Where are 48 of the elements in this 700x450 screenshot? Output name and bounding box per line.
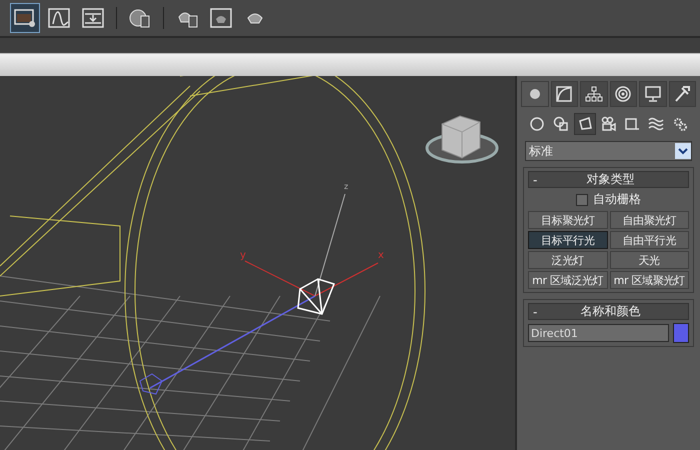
light-type-button[interactable]: mr 区域泛光灯: [528, 271, 608, 289]
checkbox[interactable]: [576, 194, 588, 206]
collapse-toggle[interactable]: -: [529, 304, 553, 318]
light-type-button[interactable]: mr 区域聚光灯: [610, 271, 689, 289]
category-dropdown[interactable]: 标准: [525, 141, 692, 161]
category-button[interactable]: [574, 113, 596, 135]
panel-tab[interactable]: [639, 81, 666, 107]
monitor-icon: [644, 85, 662, 103]
render-frame-icon: [13, 7, 37, 29]
rollout-header[interactable]: - 对象类型: [528, 171, 689, 188]
axis-label: z: [344, 182, 348, 191]
panel-tab[interactable]: [521, 81, 548, 107]
collapse-toggle[interactable]: -: [529, 172, 553, 186]
rollout-header[interactable]: - 名称和颜色: [528, 303, 689, 320]
hierarchy-icon: [584, 85, 603, 103]
name-field[interactable]: Direct01: [528, 324, 669, 342]
light-type-button[interactable]: 天光: [610, 251, 689, 269]
light-gizmo-drawing: [297, 278, 335, 315]
panel-tab[interactable]: [668, 81, 696, 107]
curve-editor-icon: [47, 7, 71, 29]
checkbox-label: 自动栅格: [593, 191, 641, 208]
view-cube-icon[interactable]: [426, 115, 498, 164]
axis-label: x: [378, 250, 384, 261]
sphere-icon: [528, 116, 545, 132]
rings-icon: [614, 85, 632, 103]
panel-tab[interactable]: [610, 81, 637, 107]
dropdown-value: 标准: [529, 142, 553, 160]
light-type-button[interactable]: 目标聚光灯: [528, 211, 608, 229]
target-gizmo-drawing: [139, 373, 163, 395]
gears-icon: [672, 116, 688, 132]
shapes-icon: [552, 116, 569, 132]
viewport[interactable]: y x z: [0, 76, 517, 450]
waves-icon: [648, 116, 664, 132]
panel-tab[interactable]: [550, 81, 578, 107]
color-swatch[interactable]: [673, 323, 689, 343]
toolbar-button[interactable]: [10, 3, 40, 33]
chevron-down-icon[interactable]: [675, 143, 691, 159]
camera-icon: [600, 116, 616, 132]
curve-icon: [555, 85, 574, 103]
rollout-title: 对象类型: [586, 171, 636, 188]
light-type-button[interactable]: 自由平行光: [610, 231, 689, 249]
panel-tab[interactable]: [580, 81, 608, 107]
axis-label: y: [240, 250, 246, 261]
rollout-title: 名称和颜色: [580, 303, 642, 320]
light-type-button[interactable]: 目标平行光: [528, 231, 608, 249]
light-type-button[interactable]: 泛光灯: [528, 251, 608, 269]
hammer-icon: [673, 85, 692, 103]
light-type-button[interactable]: 自由聚光灯: [610, 211, 689, 229]
